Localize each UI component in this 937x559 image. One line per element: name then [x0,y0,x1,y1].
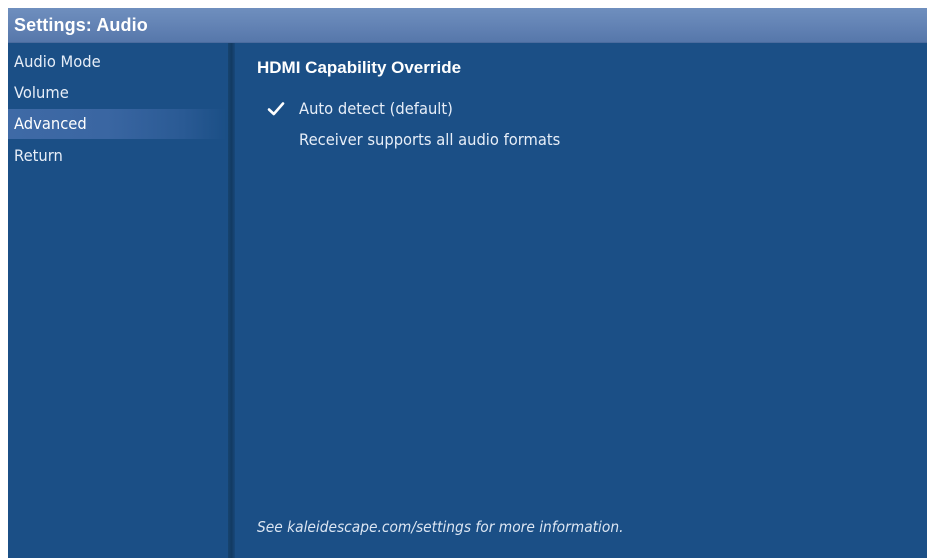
sidebar-item-audio-mode[interactable]: Audio Mode [8,47,226,77]
section-heading: HDMI Capability Override [257,58,462,77]
option-label: Auto detect (default) [299,99,453,118]
footer-note: See kaleidescape.com/settings for more i… [257,518,624,536]
sidebar-divider [228,43,235,558]
option-auto-detect[interactable]: Auto detect (default) [235,95,895,123]
sidebar: Audio Mode Volume Advanced Return [8,43,228,558]
main-content: HDMI Capability Override Auto detect (de… [235,43,927,558]
title-bar: Settings: Audio [8,8,927,43]
sidebar-item-volume[interactable]: Volume [8,78,226,108]
settings-screen: Settings: Audio Audio Mode Volume Advanc… [8,8,927,558]
sidebar-item-return[interactable]: Return [8,141,226,171]
sidebar-item-label: Return [14,146,63,165]
sidebar-item-label: Advanced [14,114,87,133]
sidebar-item-label: Audio Mode [14,52,101,71]
page-title: Settings: Audio [14,15,148,35]
checkmark-icon [267,102,285,116]
sidebar-item-advanced[interactable]: Advanced [8,109,226,139]
sidebar-item-label: Volume [14,83,69,102]
option-receiver-supports-all[interactable]: Receiver supports all audio formats [235,126,895,154]
option-label: Receiver supports all audio formats [299,130,561,149]
